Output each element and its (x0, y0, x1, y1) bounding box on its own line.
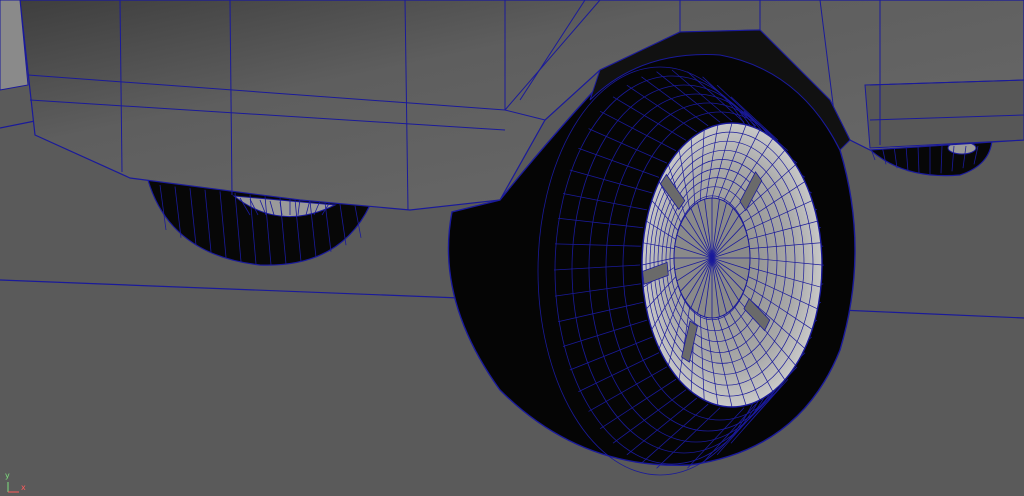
3d-viewport[interactable]: y x (0, 0, 1024, 496)
axis-y-label: y (5, 471, 10, 480)
axis-x-label: x (21, 483, 26, 492)
axis-gizmo: y x (3, 472, 33, 494)
front-bumper (864, 79, 1024, 149)
viewport-scene[interactable] (0, 0, 1024, 496)
hub-wireframe (674, 198, 750, 318)
